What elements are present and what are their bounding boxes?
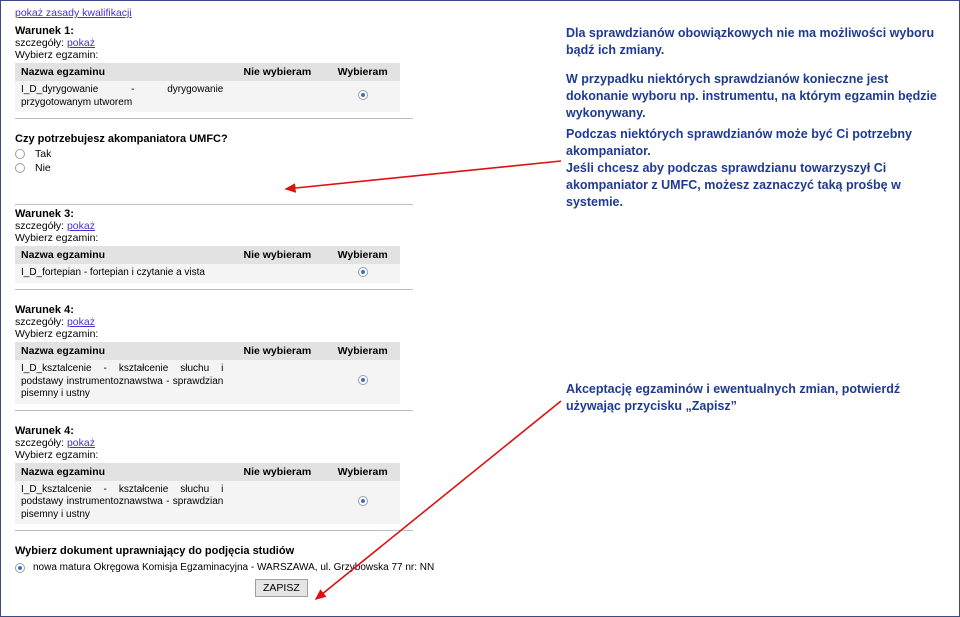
show-link[interactable]: pokaż [67, 37, 95, 49]
option-yes: Tak [35, 148, 51, 160]
choose-exam-label: Wybierz egzamin: [15, 49, 435, 61]
col-not-choose: Nie wybieram [229, 463, 325, 481]
choose-exam-label: Wybierz egzamin: [15, 232, 435, 244]
radio-selected-icon[interactable] [358, 496, 368, 506]
col-choose: Wybieram [325, 63, 400, 81]
accompanist-no-row[interactable]: Nie [15, 162, 435, 174]
choose-cell [325, 481, 400, 525]
not-choose-cell [229, 81, 325, 112]
document-row[interactable]: nowa matura Okręgowa Komisja Egzaminacyj… [15, 562, 435, 573]
col-not-choose: Nie wybieram [229, 63, 325, 81]
exam-table-4a: Nazwa egzaminu Nie wybieram Wybieram I_D… [15, 342, 400, 404]
accompanist-question: Czy potrzebujesz akompaniatora UMFC? [15, 133, 435, 145]
option-no: Nie [35, 162, 51, 174]
col-name: Nazwa egzaminu [15, 342, 229, 360]
exam-name-cell: I_D_ksztalcenie - kształcenie słuchu i p… [15, 481, 229, 525]
exam-table-4b: Nazwa egzaminu Nie wybieram Wybieram I_D… [15, 463, 400, 525]
col-choose: Wybieram [325, 246, 400, 264]
divider [15, 410, 413, 411]
divider [15, 530, 413, 531]
details-line: szczegóły: pokaż [15, 437, 435, 449]
radio-icon[interactable] [15, 163, 25, 173]
choose-cell [325, 264, 400, 283]
annotation-mandatory: Dla sprawdzianów obowiązkowych nie ma mo… [566, 25, 946, 59]
qualification-rules-link[interactable]: pokaż zasady kwalifikacji [15, 7, 435, 19]
show-link[interactable]: pokaż [67, 437, 95, 449]
exam-table-3: Nazwa egzaminu Nie wybieram Wybieram I_D… [15, 246, 400, 283]
save-button[interactable]: ZAPISZ [255, 579, 308, 597]
col-name: Nazwa egzaminu [15, 246, 229, 264]
col-name: Nazwa egzaminu [15, 63, 229, 81]
show-link[interactable]: pokaż [67, 316, 95, 328]
condition-3-title: Warunek 3: [15, 208, 435, 220]
not-choose-cell [229, 264, 325, 283]
col-not-choose: Nie wybieram [229, 246, 325, 264]
radio-icon[interactable] [15, 149, 25, 159]
accompanist-yes-row[interactable]: Tak [15, 148, 435, 160]
not-choose-cell [229, 481, 325, 525]
choose-exam-label: Wybierz egzamin: [15, 449, 435, 461]
annotation-save: Akceptację egzaminów i ewentualnych zmia… [566, 381, 946, 415]
radio-selected-icon[interactable] [358, 90, 368, 100]
radio-selected-icon[interactable] [358, 267, 368, 277]
col-name: Nazwa egzaminu [15, 463, 229, 481]
document-text: nowa matura Okręgowa Komisja Egzaminacyj… [33, 562, 434, 573]
exam-name-cell: I_D_ksztalcenie - kształcenie słuchu i p… [15, 360, 229, 404]
document-section-title: Wybierz dokument uprawniający do podjęci… [15, 545, 435, 557]
divider [15, 204, 413, 205]
exam-table-1: Nazwa egzaminu Nie wybieram Wybieram I_D… [15, 63, 400, 112]
annotation-selection: W przypadku niektórych sprawdzianów koni… [566, 71, 946, 122]
details-line: szczegóły: pokaż [15, 220, 435, 232]
col-choose: Wybieram [325, 342, 400, 360]
radio-selected-icon[interactable] [15, 563, 25, 573]
condition-1-title: Warunek 1: [15, 25, 435, 37]
details-line: szczegóły: pokaż [15, 316, 435, 328]
choose-exam-label: Wybierz egzamin: [15, 328, 435, 340]
choose-cell [325, 81, 400, 112]
choose-cell [325, 360, 400, 404]
col-not-choose: Nie wybieram [229, 342, 325, 360]
divider [15, 118, 413, 119]
show-link[interactable]: pokaż [67, 220, 95, 232]
condition-4a-title: Warunek 4: [15, 304, 435, 316]
col-choose: Wybieram [325, 463, 400, 481]
exam-name-cell: I_D_dyrygowanie - dyrygowanie przygotowa… [15, 81, 229, 112]
exam-name-cell: I_D_fortepian - fortepian i czytanie a v… [15, 264, 229, 283]
condition-4b-title: Warunek 4: [15, 425, 435, 437]
not-choose-cell [229, 360, 325, 404]
divider [15, 289, 413, 290]
details-line: szczegóły: pokaż [15, 37, 435, 49]
annotation-accompanist: Podczas niektórych sprawdzianów może być… [566, 126, 946, 210]
radio-selected-icon[interactable] [358, 375, 368, 385]
